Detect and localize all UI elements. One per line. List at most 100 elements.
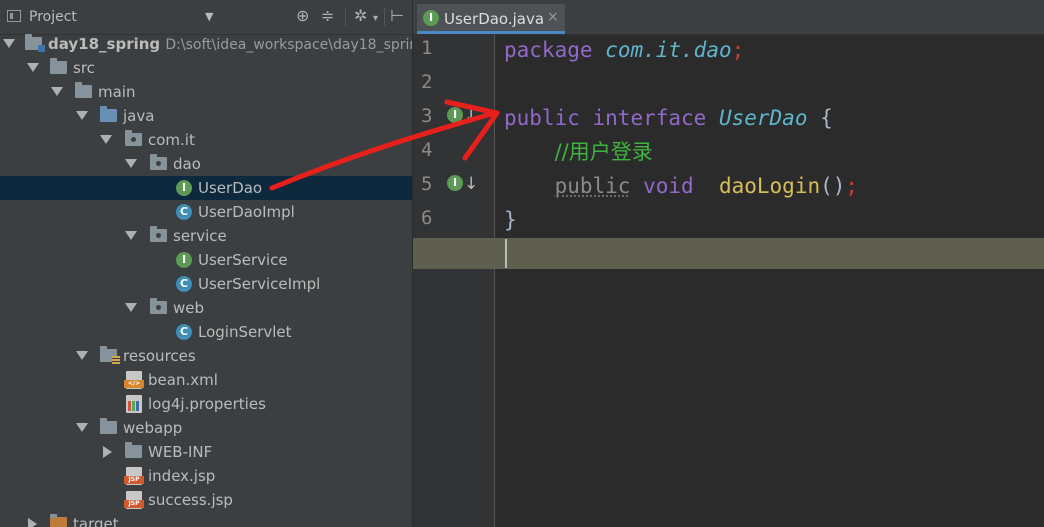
tree-item-label: LoginServlet <box>198 323 292 341</box>
code-line-3: public interface UserDao { <box>504 103 833 133</box>
divider <box>384 8 385 26</box>
tree-item-dao[interactable]: dao <box>0 152 412 176</box>
keyword-package: package <box>504 38 593 62</box>
tree-item-label: UserService <box>198 251 288 269</box>
tree-item-webapp[interactable]: webapp <box>0 416 412 440</box>
view-dropdown-icon[interactable]: ▼ <box>205 10 213 23</box>
chevron-down-icon[interactable] <box>51 87 63 96</box>
tree-item-userdao[interactable]: I UserDao <box>0 176 412 200</box>
tree-item-label: target <box>73 515 119 527</box>
project-panel-header: Project ▼ ⊕ ≑ ✲ ▾ ⊢ <box>0 0 412 35</box>
tree-item-web-inf[interactable]: WEB-INF <box>0 440 412 464</box>
tree-item-userserviceimpl[interactable]: C UserServiceImpl <box>0 272 412 296</box>
resources-folder-icon <box>100 346 120 364</box>
code-comment: //用户登录 <box>554 140 653 164</box>
close-brace: } <box>504 208 517 232</box>
interface-icon: I <box>447 175 463 191</box>
semicolon: ; <box>731 38 745 62</box>
project-panel: Project ▼ ⊕ ≑ ✲ ▾ ⊢ day18_spring D:\soft… <box>0 0 412 527</box>
tab-label: UserDao.java <box>444 10 545 28</box>
gear-dropdown-icon[interactable]: ▾ <box>373 10 378 28</box>
folder-icon <box>75 82 92 98</box>
tree-item-label: com.it <box>148 131 195 149</box>
tree-item-src[interactable]: src <box>0 56 412 80</box>
package-name: com.it.dao <box>605 38 732 62</box>
package-icon <box>150 298 167 314</box>
parentheses: () <box>820 174 846 198</box>
interface-name: UserDao <box>718 106 808 130</box>
tree-item-label: index.jsp <box>148 467 216 485</box>
tree-item-index-jsp[interactable]: JSP index.jsp <box>0 464 412 488</box>
tree-item-com-it[interactable]: com.it <box>0 128 412 152</box>
tree-item-resources[interactable]: resources <box>0 344 412 368</box>
tree-item-label: day18_spring <box>48 35 161 53</box>
interface-icon: I <box>176 180 192 196</box>
code-line-6: } <box>504 205 517 235</box>
tree-item-main[interactable]: main <box>0 80 412 104</box>
interface-icon: I <box>176 252 192 268</box>
code-line-4: //用户登录 <box>504 137 653 167</box>
tree-item-label: src <box>73 59 95 77</box>
code-line-5: public void daoLogin(); <box>504 171 859 201</box>
tree-item-log4j-properties[interactable]: log4j.properties <box>0 392 412 416</box>
tree-item-target[interactable]: target <box>0 512 412 527</box>
target-icon[interactable]: ⊕ <box>296 7 309 25</box>
tree-item-userdaoimpl[interactable]: C UserDaoImpl <box>0 200 412 224</box>
tree-item-label: dao <box>173 155 201 173</box>
tree-item-label: main <box>98 83 136 101</box>
keyword-interface: interface <box>592 106 707 130</box>
current-line-highlight <box>413 238 1044 269</box>
tab-userdao-java[interactable]: I UserDao.java × <box>417 4 565 34</box>
method-name: daoLogin <box>718 174 821 198</box>
code-line-1: package com.it.dao; <box>504 35 744 65</box>
tree-item-day18-spring[interactable]: day18_spring D:\soft\idea_workspace\day1… <box>0 32 412 56</box>
folder-icon <box>125 442 142 458</box>
chevron-right-icon[interactable] <box>28 518 37 527</box>
open-brace: { <box>820 106 833 130</box>
editor-gutter: 1 2 3 4 5 6 7 I ↓ I ↓ <box>413 34 495 527</box>
chevron-down-icon[interactable] <box>125 231 137 240</box>
tree-item-java[interactable]: java <box>0 104 412 128</box>
xml-file-icon: </> <box>124 371 144 389</box>
line-number: 2 <box>421 71 433 93</box>
project-icon <box>7 10 21 22</box>
down-arrow-icon: ↓ <box>464 106 479 126</box>
class-icon: C <box>176 204 192 220</box>
divider <box>345 8 346 26</box>
chevron-down-icon[interactable] <box>100 135 112 144</box>
chevron-down-icon[interactable] <box>125 303 137 312</box>
tree-item-bean-xml[interactable]: </> bean.xml <box>0 368 412 392</box>
chevron-right-icon[interactable] <box>103 446 112 458</box>
chevron-down-icon[interactable] <box>125 159 137 168</box>
chevron-down-icon[interactable] <box>76 351 88 360</box>
line-number: 6 <box>421 207 433 229</box>
tree-item-label: UserServiceImpl <box>198 275 321 293</box>
tree-item-loginservlet[interactable]: C LoginServlet <box>0 320 412 344</box>
close-icon[interactable]: × <box>547 9 559 25</box>
tree-item-success-jsp[interactable]: JSP success.jsp <box>0 488 412 512</box>
tree-item-label: log4j.properties <box>148 395 266 413</box>
keyword-void: void <box>643 174 694 198</box>
folder-icon <box>50 514 67 527</box>
module-path: D:\soft\idea_workspace\day18_spring <box>165 37 412 53</box>
editor-tab-bar: I UserDao.java × <box>413 0 1044 35</box>
line-number: 4 <box>421 139 433 161</box>
gear-icon[interactable]: ✲ <box>354 7 367 25</box>
chevron-down-icon[interactable] <box>3 39 15 48</box>
tree-item-userservice[interactable]: I UserService <box>0 248 412 272</box>
tree-item-label: java <box>123 107 155 125</box>
folder-icon <box>50 58 67 74</box>
tree-item-label: WEB-INF <box>148 443 213 461</box>
hide-icon[interactable]: ⊢ <box>390 7 404 25</box>
code-area[interactable]: package com.it.dao; public interface Use… <box>413 34 1044 527</box>
tree-item-web[interactable]: web <box>0 296 412 320</box>
line-number: 1 <box>421 37 433 59</box>
project-panel-title[interactable]: Project <box>29 9 77 25</box>
collapse-icon[interactable]: ≑ <box>321 7 334 25</box>
chevron-down-icon[interactable] <box>27 63 39 72</box>
chevron-down-icon[interactable] <box>76 111 88 120</box>
tree-item-service[interactable]: service <box>0 224 412 248</box>
properties-file-icon <box>126 395 142 413</box>
chevron-down-icon[interactable] <box>76 423 88 432</box>
tree-item-label: web <box>173 299 205 317</box>
